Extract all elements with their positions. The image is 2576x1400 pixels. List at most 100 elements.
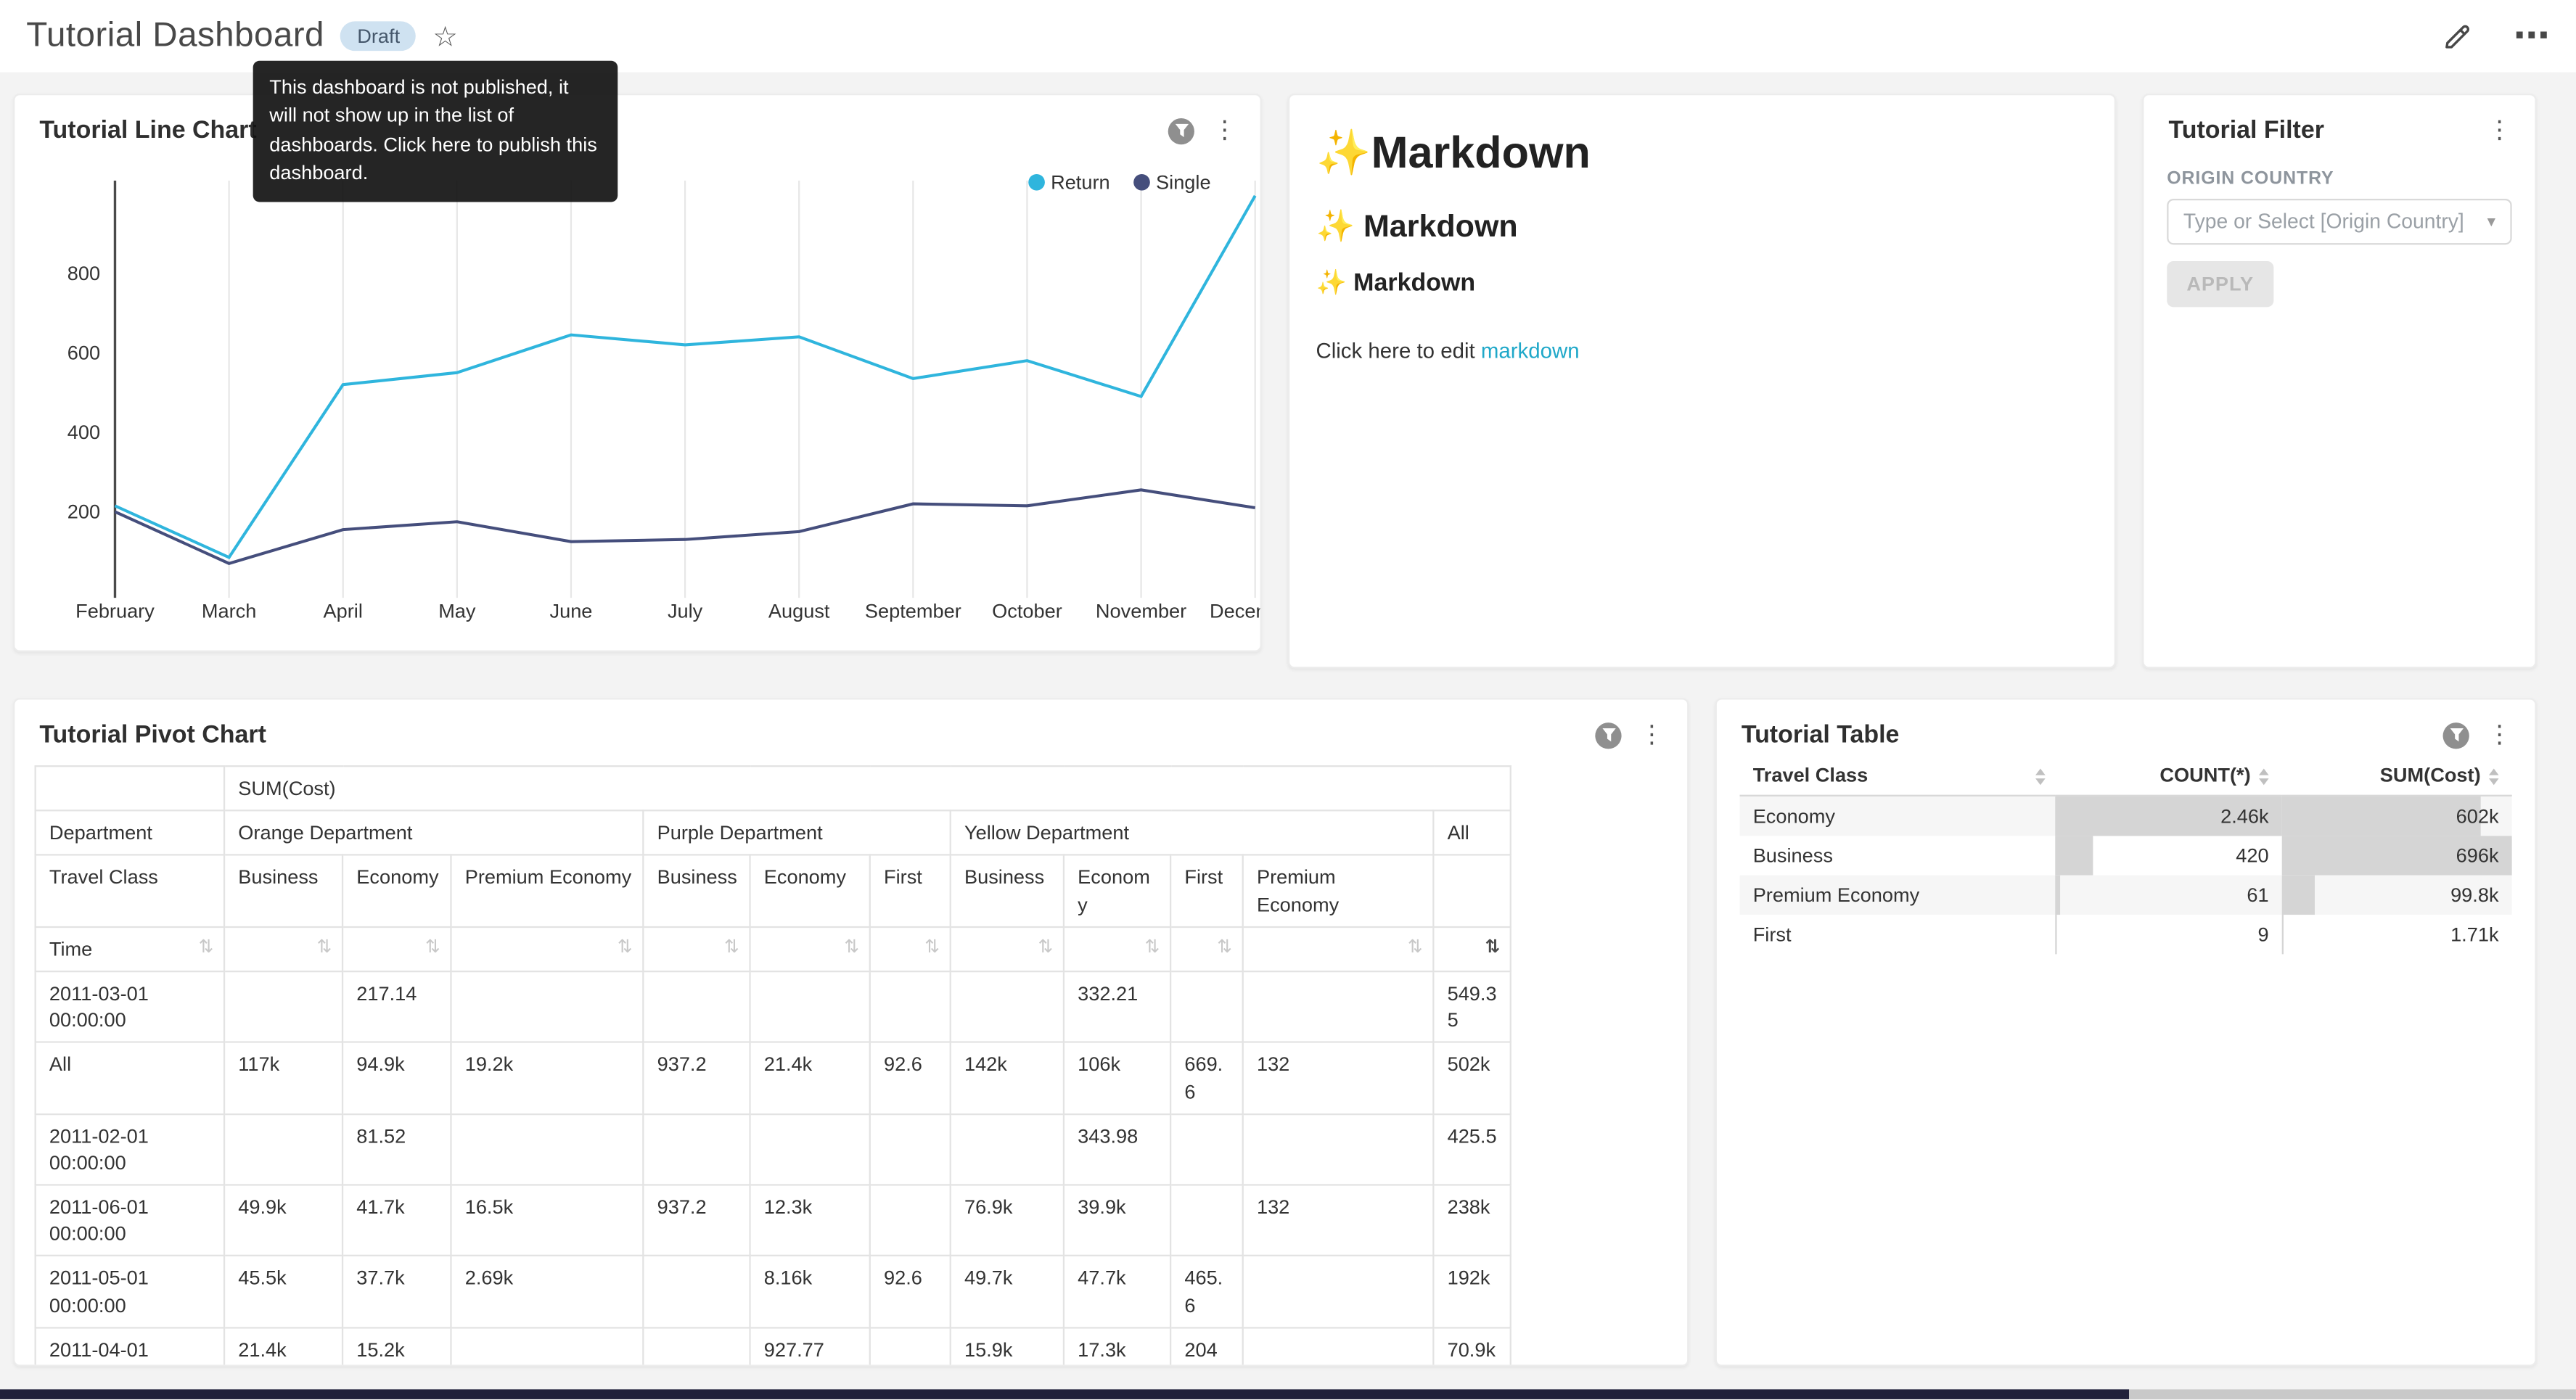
pivot-cell: 15.9k <box>951 1327 1064 1367</box>
filter-indicator-icon[interactable] <box>2443 722 2469 748</box>
pivot-cell <box>451 1113 643 1185</box>
column-header-label: COUNT(*) <box>2159 764 2250 787</box>
favorite-star-icon[interactable]: ☆ <box>432 22 458 50</box>
pivot-cell: 117k <box>224 1042 342 1113</box>
pivot-cell: 92.6 <box>870 1256 951 1327</box>
header-actions: ⋯ <box>2441 20 2549 52</box>
pivot-empty-header <box>1433 855 1511 926</box>
pivot-cell: 937.2 <box>643 1185 750 1256</box>
table-cell-count: 61 <box>2055 875 2281 914</box>
legend-item[interactable]: Return <box>1027 170 1109 194</box>
column-header[interactable]: COUNT(*) <box>2055 755 2281 795</box>
sort-icon[interactable]: ⇅ <box>924 939 940 957</box>
kebab-menu-icon[interactable]: ⋮ <box>2487 722 2512 747</box>
sort-icon[interactable]: ⇅ <box>1145 939 1160 957</box>
pivot-cell: 238k <box>1433 1185 1511 1256</box>
filter-body: ORIGIN COUNTRY Type or Select [Origin Co… <box>2144 169 2535 307</box>
kebab-menu-icon[interactable]: ⋮ <box>2487 118 2512 143</box>
pivot-class-header: Business <box>643 855 750 926</box>
table-cell-sum: 602k <box>2282 796 2512 835</box>
svg-text:March: March <box>202 599 256 622</box>
chart-legend: Return Single <box>1027 170 1210 194</box>
table-cell-travel-class: Economy <box>1740 796 2056 835</box>
pivot-cell: 332.21 <box>1064 971 1170 1042</box>
markdown-body-text: Click here to edit <box>1316 338 1480 363</box>
pivot-cell: 204 <box>1170 1327 1243 1367</box>
svg-text:April: April <box>324 599 363 622</box>
pivot-cell <box>951 1113 1064 1185</box>
pivot-cell: 502k <box>1433 1042 1511 1113</box>
pivot-class-header: First <box>870 855 951 926</box>
kebab-menu-icon[interactable]: ⋮ <box>1213 118 1237 143</box>
pivot-cell <box>750 1113 870 1185</box>
card-title: Tutorial Line Chart <box>39 117 256 144</box>
sort-carets-icon <box>2489 768 2499 785</box>
status-badge[interactable]: Draft <box>341 21 417 51</box>
pivot-row: 2011-02-01 00:00:0081.52343.98425.5 <box>36 1113 1511 1185</box>
pivot-cell: 132 <box>1243 1185 1434 1256</box>
column-header[interactable]: SUM(Cost) <box>2282 755 2512 795</box>
sort-icon[interactable]: ⇅ <box>724 939 739 957</box>
publish-tooltip: This dashboard is not published, it will… <box>253 61 618 202</box>
pivot-cell: 12.3k <box>750 1185 870 1256</box>
filter-indicator-icon[interactable] <box>1595 722 1621 748</box>
pivot-class-header: First <box>1170 855 1243 926</box>
pivot-sort-row: Time⇅⇅⇅⇅⇅⇅⇅⇅⇅⇅⇅⇅ <box>36 926 1511 971</box>
markdown-link[interactable]: markdown <box>1481 338 1580 363</box>
pivot-table-mount: SUM(Cost)DepartmentOrange DepartmentPurp… <box>15 749 1687 1366</box>
sort-icon[interactable]: ⇅ <box>844 939 859 957</box>
dashboard-header: Tutorial Dashboard Draft ☆ ⋯ This dashbo… <box>0 0 2576 73</box>
edit-pencil-icon[interactable] <box>2441 20 2474 52</box>
line-chart-card: Tutorial Line Chart ⋮ ReturnSingle 20040… <box>13 94 1262 652</box>
pivot-cell: 549.35 <box>1433 971 1511 1042</box>
pivot-cell: 217.14 <box>342 971 451 1042</box>
pivot-cell: 45.5k <box>224 1256 342 1327</box>
filter-indicator-icon[interactable] <box>1168 118 1194 144</box>
sort-icon[interactable]: ⇅ <box>316 939 332 957</box>
filter-card: Tutorial Filter ⋮ ORIGIN COUNTRY Type or… <box>2142 94 2536 668</box>
pivot-group-header: Yellow Department <box>951 811 1434 856</box>
table-row: Economy2.46k602k <box>1740 796 2512 835</box>
select-placeholder: Type or Select [Origin Country] <box>2183 210 2464 234</box>
column-header[interactable]: Travel Class <box>1740 755 2056 795</box>
origin-country-select[interactable]: Type or Select [Origin Country] ▾ <box>2167 199 2511 244</box>
sort-icon[interactable]: ⇅ <box>1217 939 1232 957</box>
pivot-metric-row: SUM(Cost) <box>36 766 1511 811</box>
pivot-cell <box>1243 1256 1434 1327</box>
svg-text:May: May <box>438 599 476 622</box>
legend-item[interactable]: Single <box>1133 170 1210 194</box>
table-cell-sum: 99.8k <box>2282 875 2512 914</box>
table-cell-count: 420 <box>2055 835 2281 874</box>
screen: Tutorial Dashboard Draft ☆ ⋯ This dashbo… <box>0 0 2576 1400</box>
card-header-icons: ⋮ <box>2443 722 2512 748</box>
pivot-cell <box>1170 1113 1243 1185</box>
pivot-cell: 21.4k <box>224 1327 342 1367</box>
sort-icon[interactable]: ⇅ <box>425 939 440 957</box>
svg-text:July: July <box>668 599 703 622</box>
card-header: Tutorial Line Chart ⋮ <box>15 95 1260 144</box>
pivot-row-label: 2011-03-01 00:00:00 <box>36 971 224 1042</box>
pivot-cell <box>1170 1185 1243 1256</box>
more-options-icon[interactable]: ⋯ <box>2514 25 2550 47</box>
markdown-heading-md: ✨ Markdown <box>1316 268 2088 297</box>
pivot-class-header: Economy <box>750 855 870 926</box>
apply-button[interactable]: APPLY <box>2167 261 2273 307</box>
card-header-icons: ⋮ <box>1168 118 1237 144</box>
svg-text:800: 800 <box>67 262 100 284</box>
sort-icon[interactable]: ⇅ <box>1408 939 1423 957</box>
column-header-label: SUM(Cost) <box>2380 764 2481 787</box>
table-cell-count: 2.46k <box>2055 796 2281 835</box>
sort-icon[interactable]: ⇅ <box>1038 939 1053 957</box>
pivot-cell: 8.16k <box>750 1256 870 1327</box>
sort-carets-icon <box>2035 769 2046 786</box>
kebab-menu-icon[interactable]: ⋮ <box>1639 722 1664 747</box>
sort-icon[interactable]: ⇅ <box>1485 939 1500 957</box>
sort-icon[interactable]: ⇅ <box>618 939 633 957</box>
table-cell-sum: 696k <box>2282 835 2512 874</box>
svg-text:600: 600 <box>67 341 100 363</box>
pivot-cell <box>870 971 951 1042</box>
pivot-cell: 15.2k <box>342 1327 451 1367</box>
sort-icon[interactable]: ⇅ <box>198 940 213 958</box>
pivot-class-header: Premium Economy <box>1243 855 1434 926</box>
svg-text:December: December <box>1210 599 1262 622</box>
